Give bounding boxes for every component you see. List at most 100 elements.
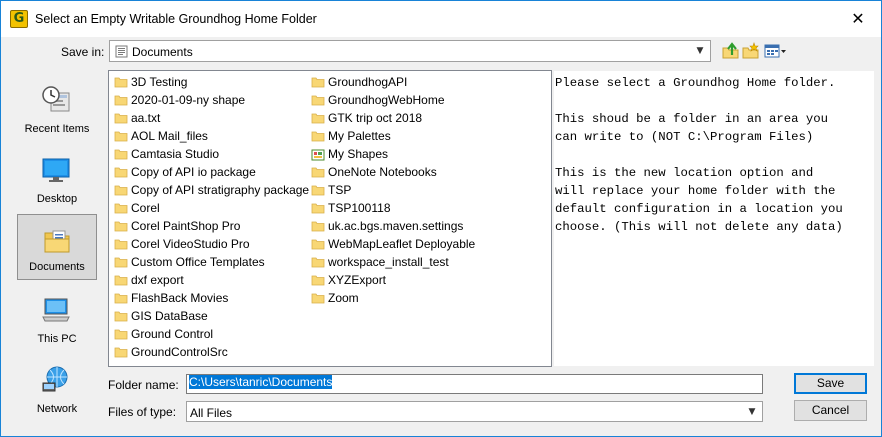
folder-icon	[311, 184, 325, 196]
folder-icon	[311, 94, 325, 106]
folder-icon	[114, 292, 128, 304]
file-name: GroundhogWebHome	[328, 93, 445, 107]
folder-icon	[114, 76, 128, 88]
save-in-value: Documents	[132, 45, 193, 59]
place-desktop[interactable]: Desktop	[17, 145, 97, 211]
file-name: My Shapes	[328, 147, 389, 161]
save-button[interactable]: Save	[794, 373, 867, 394]
folder-icon	[311, 112, 325, 124]
place-this-pc[interactable]: This PC	[17, 285, 97, 351]
place-label: Network	[36, 403, 78, 415]
info-line: Please select a Groundhog Home folder.	[555, 76, 836, 90]
folder-icon	[311, 166, 325, 178]
file-name: Custom Office Templates	[131, 255, 265, 269]
folder-icon	[311, 76, 325, 88]
folder-icon	[114, 256, 128, 268]
place-label: This PC	[37, 333, 77, 345]
places-bar: Recent Items Desktop Documents This PC N…	[11, 71, 101, 421]
info-line: default configuration in a location you	[555, 202, 843, 216]
chevron-down-icon[interactable]: ▼	[745, 405, 759, 419]
documents-folder-icon	[115, 45, 128, 61]
files-of-type-value: All Files	[190, 406, 233, 420]
folder-name-value: C:\Users\tanric\Documents	[189, 375, 333, 389]
up-one-level-button[interactable]	[721, 41, 741, 61]
file-name: dxf export	[131, 273, 184, 287]
folder-name-label: Folder name:	[108, 378, 179, 392]
file-name: 3D Testing	[131, 75, 188, 89]
place-network[interactable]: Network	[17, 355, 97, 421]
folder-icon	[114, 220, 128, 232]
file-name: GTK trip oct 2018	[328, 111, 423, 125]
folder-icon	[114, 94, 128, 106]
shapes-folder-icon	[311, 148, 325, 161]
view-menu-button[interactable]	[763, 41, 787, 61]
folder-icon	[114, 238, 128, 250]
file-name: GIS DataBase	[131, 309, 208, 323]
file-name: TSP100118	[328, 201, 391, 215]
folder-icon	[114, 202, 128, 214]
file-name: Corel VideoStudio Pro	[131, 237, 250, 251]
info-panel: Please select a Groundhog Home folder. Th…	[554, 71, 874, 366]
file-name: XYZExport	[328, 273, 387, 287]
info-line: can write to (NOT C:\Program Files)	[555, 130, 814, 144]
cancel-button[interactable]: Cancel	[794, 400, 867, 421]
folder-icon	[311, 202, 325, 214]
file-chooser-dialog: G Select an Empty Writable Groundhog Hom…	[0, 0, 882, 437]
file-name: Zoom	[328, 291, 359, 305]
file-name: GroundControlSrc	[131, 345, 228, 359]
place-documents[interactable]: Documents	[17, 214, 97, 280]
groundhog-app-icon: G	[10, 10, 28, 28]
up-folder-icon	[722, 42, 739, 59]
place-label: Documents	[29, 261, 85, 273]
save-in-combo[interactable]: Documents ▼	[109, 40, 711, 62]
files-of-type-label: Files of type:	[108, 405, 177, 419]
file-name: 2020-01-09-ny shape	[131, 93, 246, 107]
folder-icon	[114, 112, 128, 124]
title-bar: G Select an Empty Writable Groundhog Hom…	[1, 1, 881, 37]
file-name: Copy of API stratigraphy package	[131, 183, 310, 197]
place-recent-items[interactable]: Recent Items	[17, 75, 97, 141]
file-name: Corel	[131, 201, 160, 215]
file-name: My Palettes	[328, 129, 391, 143]
folder-icon	[114, 148, 128, 160]
file-name: TSP	[328, 183, 352, 197]
close-button[interactable]: ✕	[835, 1, 881, 37]
folder-name-input[interactable]: C:\Users\tanric\Documents	[186, 374, 763, 394]
file-list[interactable]: 3D Testing 2020-01-09-ny shape aa.txt AOL M…	[108, 70, 552, 367]
desktop-icon	[42, 158, 70, 182]
file-name: Copy of API io package	[131, 165, 256, 179]
file-name: Ground Control	[131, 327, 214, 341]
view-grid-icon	[764, 44, 786, 58]
file-name: WebMapLeaflet Deployable	[328, 237, 476, 251]
place-label: Recent Items	[24, 123, 90, 135]
folder-icon	[114, 184, 128, 196]
info-line	[555, 92, 873, 110]
place-label: Desktop	[36, 193, 78, 205]
files-of-type-combo[interactable]: All Files ▼	[186, 401, 763, 422]
folder-icon	[311, 238, 325, 250]
folder-icon	[114, 328, 128, 340]
file-name: OneNote Notebooks	[328, 165, 437, 179]
new-folder-icon	[742, 42, 759, 59]
recent-items-icon	[42, 86, 70, 112]
file-name: FlashBack Movies	[131, 291, 229, 305]
folder-icon	[311, 256, 325, 268]
folder-icon	[114, 130, 128, 142]
file-name: AOL Mail_files	[131, 129, 208, 143]
window-title: Select an Empty Writable Groundhog Home …	[35, 12, 317, 26]
info-line: choose. (This will not delete any data)	[555, 220, 843, 234]
close-icon: ✕	[851, 9, 865, 28]
folder-icon	[311, 292, 325, 304]
folder-icon	[311, 130, 325, 142]
folder-icon	[114, 274, 128, 286]
folder-icon	[311, 274, 325, 286]
info-line	[555, 146, 873, 164]
chevron-down-icon[interactable]: ▼	[693, 44, 707, 58]
info-line: This shoud be a folder in an area you	[555, 112, 829, 126]
folder-icon	[114, 310, 128, 322]
file-name: Camtasia Studio	[131, 147, 220, 161]
create-new-folder-button[interactable]	[741, 41, 761, 61]
file-name: aa.txt	[131, 111, 161, 125]
save-in-label: Save in:	[61, 45, 105, 59]
this-pc-icon	[42, 298, 70, 322]
